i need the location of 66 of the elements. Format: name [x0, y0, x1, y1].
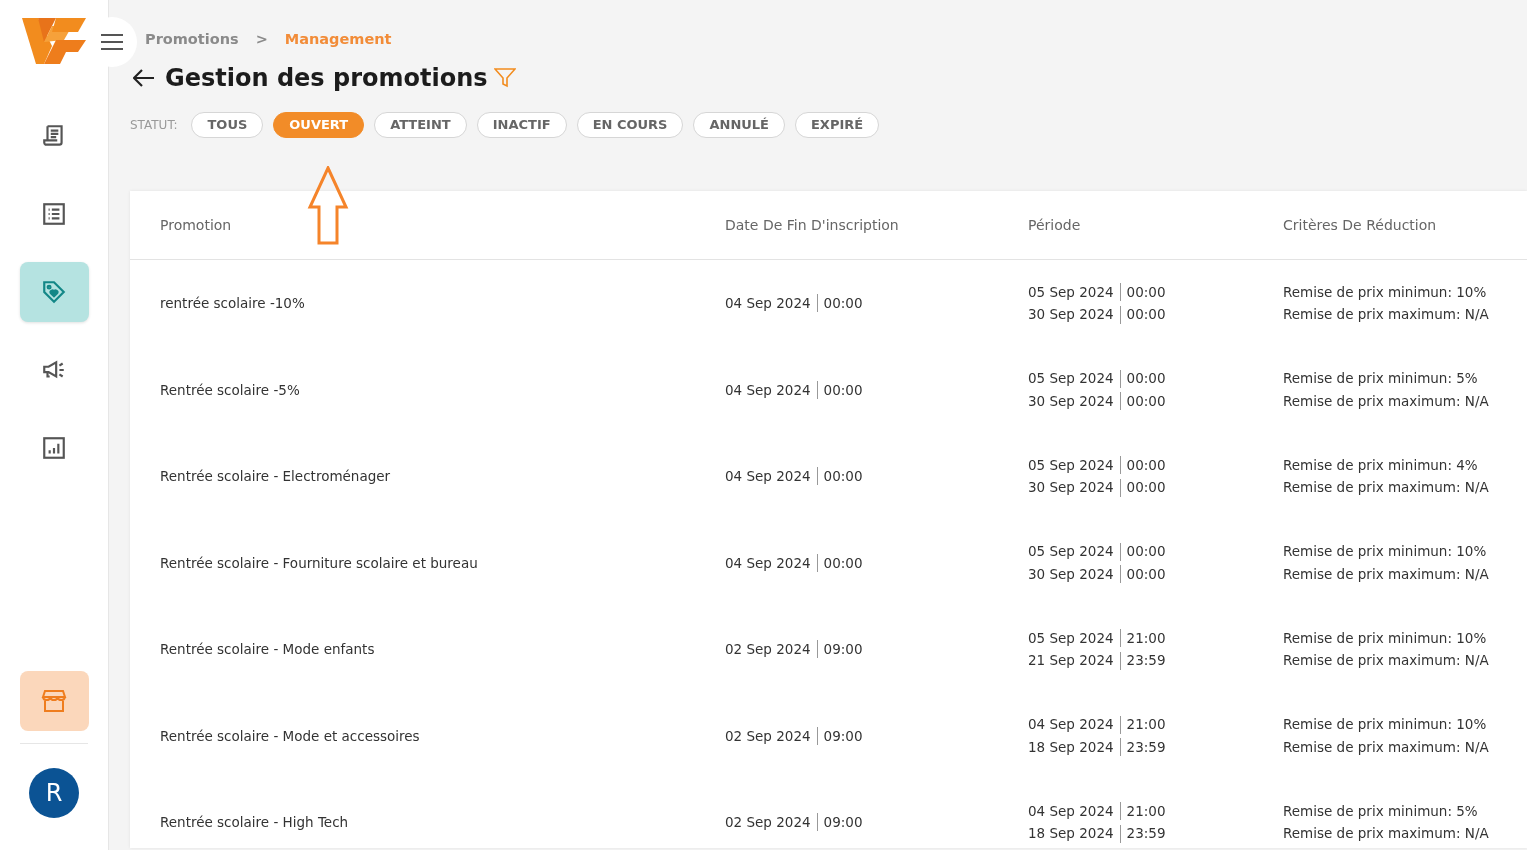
date-time-text: 05 Sep 2024 00:00 — [1028, 282, 1167, 303]
page-title: Gestion des promotions — [165, 63, 488, 94]
promotion-name: Rentrée scolaire - Mode enfants — [160, 640, 376, 659]
date-time-text: 04 Sep 2024 00:00 — [725, 293, 864, 315]
criteria-text: Remise de prix minimun: 10% — [1283, 715, 1488, 735]
date-time-text: 05 Sep 2024 00:00 — [1028, 455, 1167, 476]
date-time-text: 02 Sep 2024 09:00 — [725, 639, 864, 661]
date-time-text: 18 Sep 2024 23:59 — [1028, 737, 1167, 758]
promotion-name: Rentrée scolaire - High Tech — [160, 813, 350, 832]
status-filter-chip[interactable]: TOUS — [191, 112, 264, 138]
promotion-name: Rentrée scolaire - Electroménager — [160, 467, 392, 486]
criteria-text: Remise de prix minimun: 10% — [1283, 282, 1488, 302]
criteria-text: Remise de prix minimun: 5% — [1283, 369, 1479, 389]
date-time-text: 04 Sep 2024 00:00 — [725, 379, 864, 401]
chart-icon — [41, 435, 67, 461]
date-time-text: 04 Sep 2024 21:00 — [1028, 714, 1167, 736]
store-button[interactable] — [19, 671, 89, 731]
criteria-text: Remise de prix maximum: N/A — [1283, 651, 1490, 671]
criteria-text: Remise de prix maximum: N/A — [1283, 391, 1490, 411]
column-header: Date De Fin D'inscription — [725, 215, 900, 235]
criteria-text: Remise de prix maximum: N/A — [1283, 737, 1490, 757]
status-filter-chip[interactable]: INACTIF — [476, 112, 567, 138]
criteria-text: Remise de prix minimun: 5% — [1283, 801, 1479, 821]
logo-icon — [22, 18, 86, 64]
column-header: Période — [1028, 215, 1082, 235]
criteria-text: Remise de prix minimun: 10% — [1283, 628, 1488, 648]
column-header: Critères De Réduction — [1283, 215, 1438, 235]
criteria-text: Remise de prix maximum: N/A — [1283, 824, 1490, 844]
status-filter-chip[interactable]: ANNULÉ — [693, 112, 785, 138]
date-time-text: 30 Sep 2024 00:00 — [1028, 564, 1167, 585]
date-time-text: 30 Sep 2024 00:00 — [1028, 304, 1167, 326]
criteria-text: Remise de prix maximum: N/A — [1283, 478, 1490, 498]
store-icon — [41, 689, 67, 713]
date-time-text: 02 Sep 2024 09:00 — [725, 812, 864, 834]
date-time-text: 05 Sep 2024 21:00 — [1028, 628, 1167, 649]
back-arrow-icon[interactable] — [133, 69, 155, 87]
status-filter-chip[interactable]: EXPIRÉ — [795, 112, 880, 138]
tag-icon — [41, 279, 67, 305]
criteria-text: Remise de prix minimun: 10% — [1283, 542, 1488, 562]
promotion-name: rentrée scolaire -10% — [160, 294, 306, 313]
menu-icon — [100, 33, 124, 51]
status-label: STATUT: — [130, 117, 178, 134]
date-time-text: 04 Sep 2024 00:00 — [725, 552, 864, 574]
status-filter-chip[interactable]: ATTEINT — [374, 112, 467, 138]
date-time-text: 21 Sep 2024 23:59 — [1028, 650, 1167, 672]
date-time-text: 30 Sep 2024 00:00 — [1028, 477, 1167, 499]
date-time-text: 30 Sep 2024 00:00 — [1028, 391, 1167, 412]
breadcrumb-separator: > — [255, 30, 268, 50]
date-time-text: 05 Sep 2024 00:00 — [1028, 368, 1167, 390]
criteria-text: Remise de prix maximum: N/A — [1283, 305, 1490, 325]
list-icon — [41, 201, 67, 227]
user-avatar[interactable]: R — [29, 768, 79, 818]
date-time-text: 04 Sep 2024 00:00 — [725, 466, 864, 488]
status-filter-chip[interactable]: EN COURS — [576, 112, 684, 138]
date-time-text: 05 Sep 2024 00:00 — [1028, 541, 1167, 563]
promotion-name: Rentrée scolaire -5% — [160, 380, 301, 400]
criteria-text: Remise de prix minimun: 4% — [1283, 455, 1479, 475]
date-time-text: 18 Sep 2024 23:59 — [1028, 823, 1167, 845]
sidebar-nav-button[interactable] — [19, 262, 89, 322]
date-time-text: 04 Sep 2024 21:00 — [1028, 801, 1167, 822]
criteria-text: Remise de prix maximum: N/A — [1283, 564, 1490, 584]
breadcrumb-link[interactable]: Promotions — [145, 29, 239, 51]
promotion-name: Rentrée scolaire - Mode et accessoires — [160, 726, 421, 746]
date-time-text: 02 Sep 2024 09:00 — [725, 725, 864, 747]
promotion-name: Rentrée scolaire - Fourniture scolaire et bureau — [160, 553, 479, 573]
column-header: Promotion — [160, 215, 233, 235]
